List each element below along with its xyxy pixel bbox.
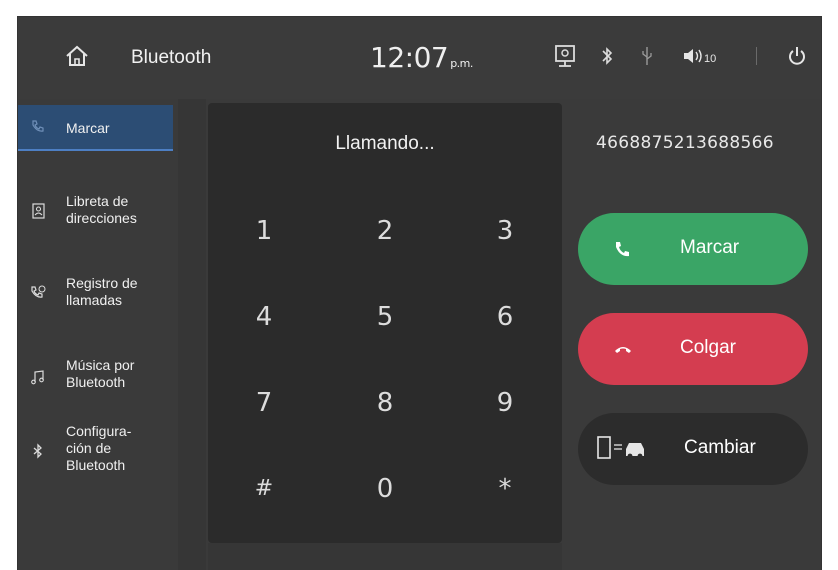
clock: 12:07 p.m. xyxy=(370,41,473,74)
contacts-icon xyxy=(32,203,45,219)
app-title: Bluetooth xyxy=(131,47,212,68)
key-1[interactable]: 1 xyxy=(234,211,294,251)
clock-ampm: p.m. xyxy=(450,57,473,70)
sidebar-item-registro[interactable]: Registro de llamadas xyxy=(18,273,173,313)
call-log-icon xyxy=(31,285,46,298)
switch-audio-button[interactable]: Cambiar xyxy=(578,413,808,485)
sidebar: Marcar Libreta de direcciones Registro d… xyxy=(18,99,178,570)
label-line: Libreta de xyxy=(66,193,129,209)
clock-time: 12:07 xyxy=(370,41,449,74)
home-icon[interactable] xyxy=(64,43,90,69)
key-9[interactable]: 9 xyxy=(475,383,535,423)
label-line: Música por xyxy=(66,357,135,373)
sidebar-item-marcar[interactable]: Marcar xyxy=(18,105,173,151)
key-star[interactable]: * xyxy=(475,469,535,509)
key-7[interactable]: 7 xyxy=(234,383,294,423)
label-line: Configura- xyxy=(66,423,132,439)
key-8[interactable]: 8 xyxy=(355,383,415,423)
call-button-label: Marcar xyxy=(680,237,740,258)
label-line: llamadas xyxy=(66,292,123,308)
label-line: Bluetooth xyxy=(66,457,126,473)
sidebar-item-musica[interactable]: Música por Bluetooth xyxy=(18,355,173,395)
sidebar-item-label: Configura- ción de Bluetooth xyxy=(66,423,131,474)
head-unit-screen: Bluetooth 12:07 p.m. 10 Marcar Libreta d… xyxy=(17,16,822,570)
key-0[interactable]: 0 xyxy=(355,469,415,509)
sidebar-item-label: Música por Bluetooth xyxy=(66,357,134,391)
bluetooth-icon xyxy=(602,47,613,65)
usb-icon xyxy=(642,47,652,65)
sidebar-divider xyxy=(178,99,206,570)
key-4[interactable]: 4 xyxy=(234,297,294,337)
sidebar-item-label: Libreta de direcciones xyxy=(66,193,137,227)
volume-icon[interactable] xyxy=(682,43,704,69)
sidebar-item-label: Registro de llamadas xyxy=(66,275,138,309)
phone-to-car-icon xyxy=(597,436,644,459)
phone-dial-icon xyxy=(32,120,44,132)
sidebar-item-configuracion[interactable]: Configura- ción de Bluetooth xyxy=(18,421,173,481)
label-line: Registro de xyxy=(66,275,138,291)
divider xyxy=(756,47,757,65)
sidebar-item-label: Marcar xyxy=(66,120,110,136)
projection-icon[interactable] xyxy=(554,43,576,69)
hangup-button[interactable]: Colgar xyxy=(578,313,808,385)
music-icon xyxy=(31,370,44,385)
top-bar: Bluetooth 12:07 p.m. 10 xyxy=(18,17,821,99)
key-3[interactable]: 3 xyxy=(475,211,535,251)
dial-keypad: Llamando... 1 2 3 4 5 6 7 8 9 # 0 * xyxy=(208,103,562,543)
key-6[interactable]: 6 xyxy=(475,297,535,337)
hangup-button-label: Colgar xyxy=(680,337,736,358)
label-line: ción de xyxy=(66,440,112,456)
keypad-footer xyxy=(208,543,562,570)
bluetooth-settings-icon xyxy=(33,443,42,459)
key-hash[interactable]: # xyxy=(234,469,294,509)
phone-icon xyxy=(616,242,629,257)
power-icon[interactable] xyxy=(786,43,808,69)
call-button[interactable]: Marcar xyxy=(578,213,808,285)
volume-level: 10 xyxy=(704,53,717,65)
sidebar-item-libreta[interactable]: Libreta de direcciones xyxy=(18,191,173,231)
switch-button-label: Cambiar xyxy=(684,437,756,458)
call-status: Llamando... xyxy=(335,133,435,154)
label-line: direcciones xyxy=(66,210,137,226)
hangup-icon xyxy=(615,347,631,353)
label-line: Bluetooth xyxy=(66,374,126,390)
key-2[interactable]: 2 xyxy=(355,211,415,251)
dialed-number: 4668875213688566 xyxy=(596,133,774,153)
key-5[interactable]: 5 xyxy=(355,297,415,337)
